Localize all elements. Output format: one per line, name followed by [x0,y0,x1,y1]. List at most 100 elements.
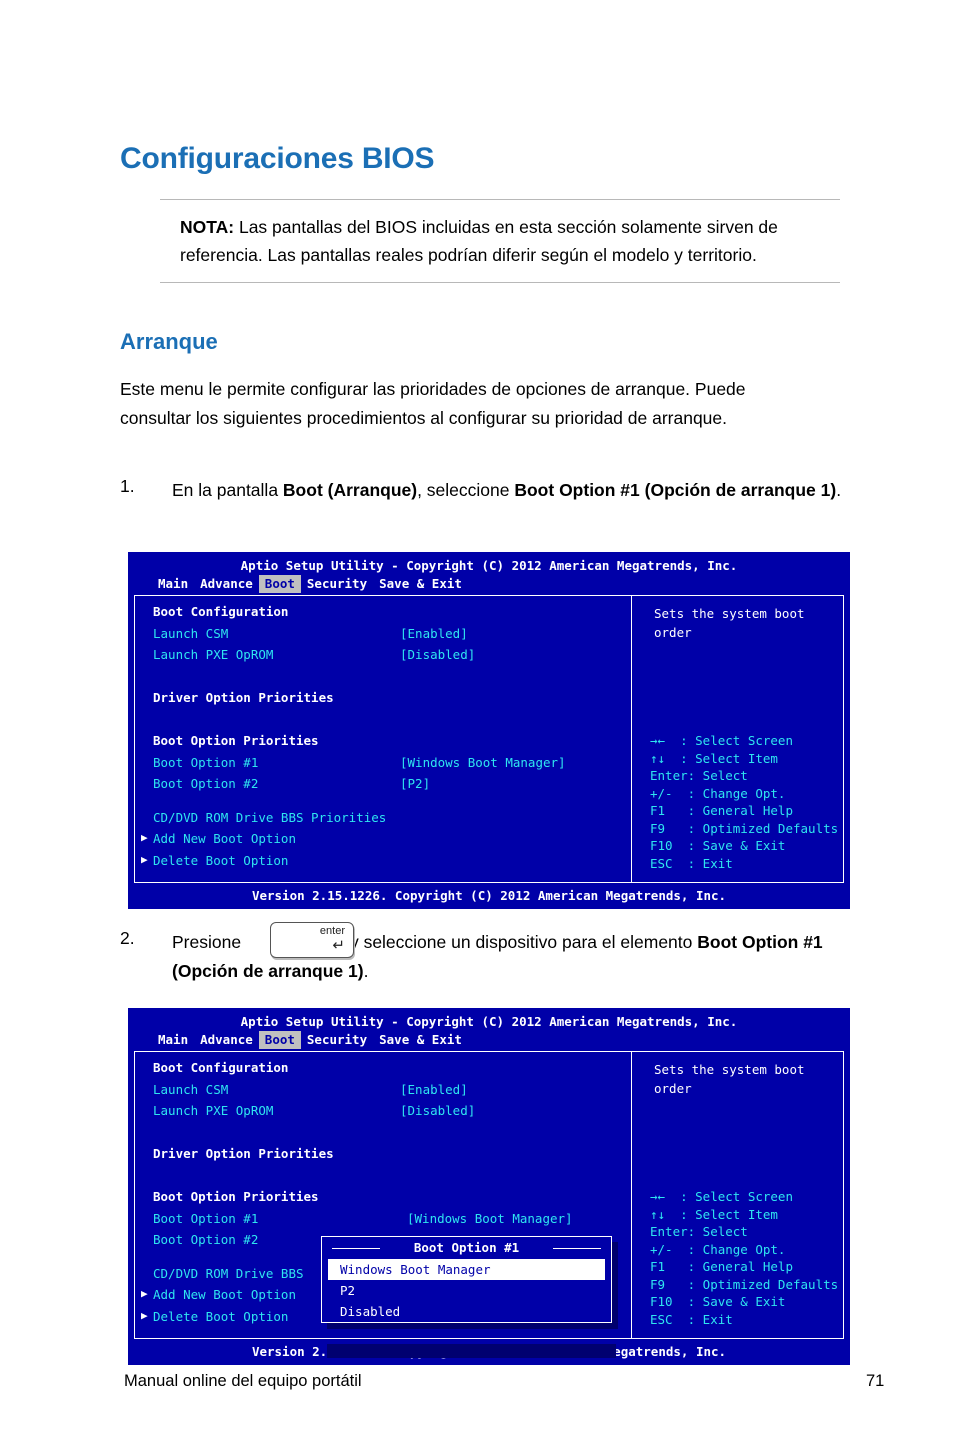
popup-item-windows-boot-manager[interactable]: Windows Boot Manager [328,1259,605,1280]
step-2-part-b: y seleccione un dispositivo para el elem… [349,932,693,952]
bios-row-label: Delete Boot Option [153,852,289,868]
note-body: Las pantallas del BIOS incluidas en esta… [180,217,778,265]
bios-body-1: Boot Configuration Launch CSM [Enabled] L… [134,595,844,883]
bios-row-spacer [135,669,631,691]
bios-row-spacer [135,1168,631,1190]
bios-row-value: [Enabled] [400,1081,468,1097]
note-box: NOTA: Las pantallas del BIOS incluidas e… [160,199,840,283]
bios-row-label: Driver Option Priorities [153,690,334,705]
bios-right-panel-2: Sets the system boot order →← : Select S… [632,1052,843,1338]
bios-menubar-2: Main Advance Boot Security Save & Exit [130,1031,848,1049]
bios-row: Boot Configuration [135,1060,631,1082]
intro-paragraph: Este menu le permite configurar las prio… [120,379,746,428]
bios-row-cddvd-bbs[interactable]: CD/DVD ROM Drive BBS Priorities [135,810,631,832]
bios-bottom-rows-1: CD/DVD ROM Drive BBS Priorities ▶ Add New… [135,810,631,875]
bios-row-launch-csm-2[interactable]: Launch CSM [Enabled] [135,1082,631,1104]
step-1-part-c: , seleccione [417,480,515,500]
bios-row-driver-option-priorities-2: Driver Option Priorities [135,1146,631,1168]
bios-row-value: [P2] [400,776,431,791]
bios-row-label: Launch CSM [153,1081,229,1097]
bios-row-label: Launch PXE OpROM [153,1103,274,1118]
step-2-part-a: Presione [172,932,242,952]
bios-row-boot-option-priorities-2: Boot Option Priorities [135,1189,631,1211]
footer-text: Manual online del equipo portátil [124,1372,362,1390]
step-2-part-d: . [363,961,369,981]
bios-row-label: Add New Boot Option [153,831,296,846]
bios-right-panel-1: Sets the system boot order →← : Select S… [632,596,843,882]
section-heading: Arranque [120,329,218,354]
bios-help-text: Sets the system boot order [654,606,805,640]
bios-menu-main-1[interactable]: Main [152,575,194,593]
bios-row-driver-option-priorities: Driver Option Priorities [135,690,631,712]
bios-row-label: CD/DVD ROM Drive BBS Priorities [153,809,387,825]
bios-menu-advance-2[interactable]: Advance [194,1031,259,1049]
bios-menu-save-exit-2[interactable]: Save & Exit [373,1031,468,1049]
bios-row-label: Launch PXE OpROM [153,647,274,662]
enter-key-arrow: ↵ [332,937,345,954]
note-text: NOTA: Las pantallas del BIOS incluidas e… [160,213,840,269]
bios-help-text-2: Sets the system boot order [654,1062,805,1096]
bios-row-boot-option-priorities: Boot Option Priorities [135,733,631,755]
bios-menu-boot-1[interactable]: Boot [258,575,301,593]
bios-menu-boot-2[interactable]: Boot [258,1031,301,1049]
bios-row-boot-option-2[interactable]: Boot Option #2 [P2] [135,776,631,798]
bios-row-spacer [135,1125,631,1147]
bios-row-value: [Windows Boot Manager] [400,754,566,770]
bios-row-label: Boot Option #1 [153,1210,259,1226]
triangle-right-icon: ▶ [141,831,148,844]
bios-row-label: Add New Boot Option [153,1287,296,1302]
bios-menu-security-1[interactable]: Security [301,575,373,593]
bios-key-help: →← : Select Screen ↑↓ : Select Item Ente… [650,733,839,871]
popup-title: Boot Option #1 [322,1237,611,1259]
bios-row-add-new-boot-option[interactable]: ▶ Add New Boot Option [135,831,631,853]
bios-row-label: Boot Option #2 [153,776,259,791]
bios-footer-1: Version 2.15.1226. Copyright (C) 2012 Am… [251,888,727,903]
step-2-number: 2. [120,928,135,948]
bios-row-label: Launch CSM [153,625,229,641]
bios-menu-security-2[interactable]: Security [301,1031,373,1049]
bios-row-boot-option-1[interactable]: Boot Option #1 [Windows Boot Manager] [135,755,631,777]
bios-row: Boot Configuration [135,604,631,626]
bios-screenshot-1: Aptio Setup Utility - Copyright (C) 2012… [128,552,850,909]
bios-row-label: Boot Configuration [153,1060,289,1075]
bios-row-label: Boot Option #1 [153,754,259,770]
bios-row-delete-boot-option[interactable]: ▶ Delete Boot Option [135,853,631,875]
bios-row-spacer [135,712,631,734]
bios-row-value: [Enabled] [400,625,468,641]
bios-body-2: Boot Configuration Launch CSM [Enabled] L… [134,1051,844,1358]
bios-menu-advance-1[interactable]: Advance [194,575,259,593]
triangle-right-icon: ▶ [141,1308,148,1322]
page-number: 71 [866,1372,885,1390]
bios-title-2: Aptio Setup Utility - Copyright (C) 2012… [240,1014,738,1029]
popup-item-p2[interactable]: P2 [322,1280,611,1301]
bios-row-label: Delete Boot Option [153,1308,289,1324]
bios-row-label: Driver Option Priorities [153,1146,334,1161]
bios-row-boot-option-1-2[interactable]: Boot Option #1 [Windows Boot Manager] [135,1211,631,1233]
bios-row-value: [Windows Boot Manager] [407,1210,573,1226]
step-1-part-e: . [836,480,842,500]
bios-row-label: Boot Option Priorities [153,1189,319,1204]
bios-row-launch-csm[interactable]: Launch CSM [Enabled] [135,626,631,648]
bios-row-value: [Disabled] [400,1103,476,1118]
bios-menu-save-exit-1[interactable]: Save & Exit [373,575,468,593]
triangle-right-icon: ▶ [141,852,148,866]
step-1-text: En la pantalla Boot (Arranque), seleccio… [172,476,844,505]
step-1-number: 1. [120,476,135,496]
boot-option-popup[interactable]: Boot Option #1 Windows Boot Manager P2 D… [321,1236,612,1323]
bios-key-help-2: →← : Select Screen ↑↓ : Select Item Ente… [650,1189,839,1327]
bios-row-label: Boot Option Priorities [153,733,319,748]
bios-title-1: Aptio Setup Utility - Copyright (C) 2012… [240,558,738,573]
document-page: Configuraciones BIOS NOTA: Las pantallas… [0,0,954,1438]
bios-row-label: CD/DVD ROM Drive BBS [153,1265,304,1281]
bios-left-panel-1: Boot Configuration Launch CSM [Enabled] L… [135,596,632,882]
bios-menubar-1: Main Advance Boot Security Save & Exit [130,575,848,593]
bios-row-launch-pxe[interactable]: Launch PXE OpROM [Disabled] [135,647,631,669]
popup-item-disabled[interactable]: Disabled [322,1301,611,1322]
bios-left-panel-2: Boot Configuration Launch CSM [Enabled] L… [135,1052,632,1358]
bios-screenshot-2: Aptio Setup Utility - Copyright (C) 2012… [128,1008,850,1365]
bios-menu-main-2[interactable]: Main [152,1031,194,1049]
note-label: NOTA: [180,217,235,237]
page-title: Configuraciones BIOS [120,142,435,175]
step-1-part-d: Boot Option #1 (Opción de arranque 1) [514,480,837,500]
bios-row-launch-pxe-2[interactable]: Launch PXE OpROM [Disabled] [135,1103,631,1125]
